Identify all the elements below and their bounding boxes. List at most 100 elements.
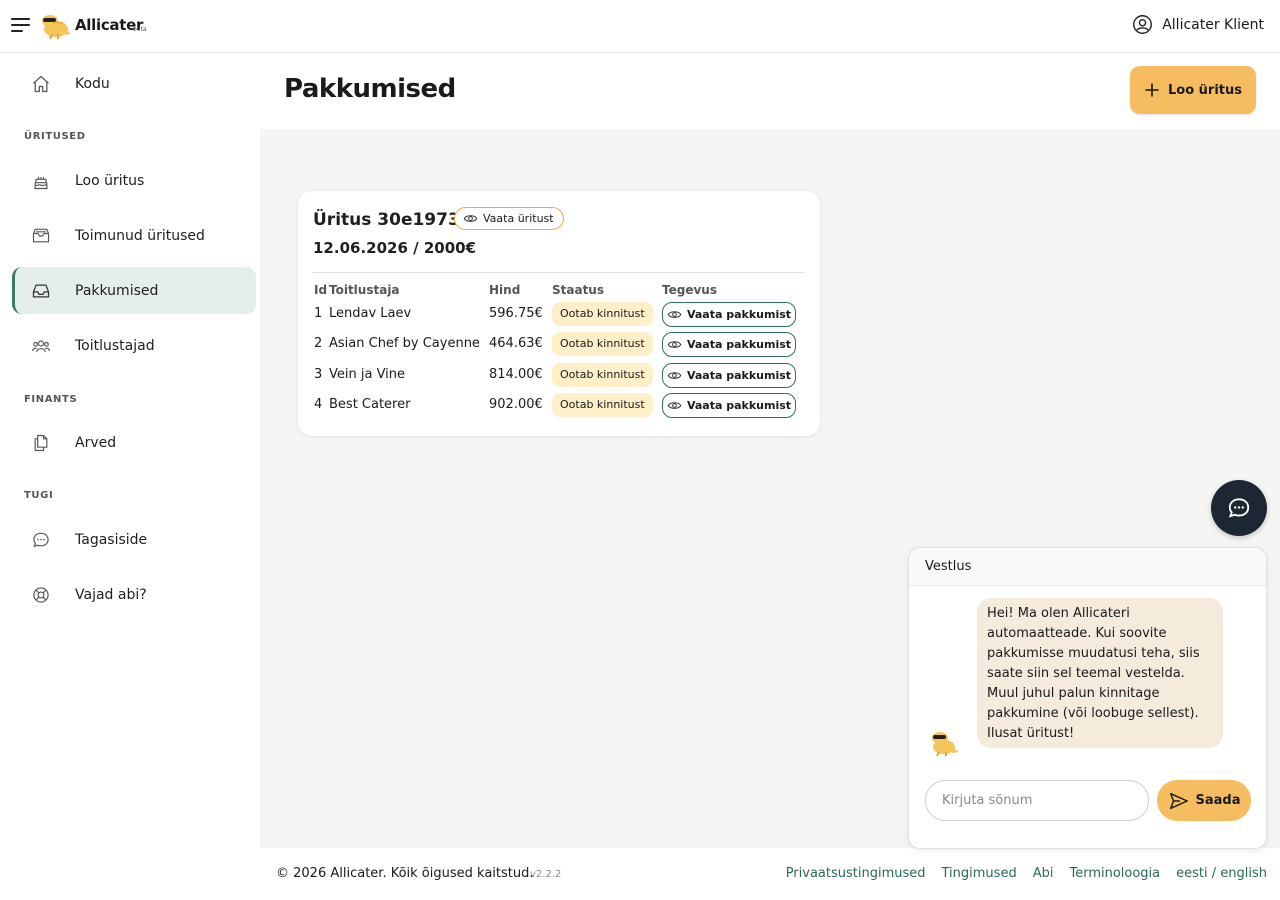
- view-offer-label: Vaata pakkumist: [686, 369, 792, 382]
- sidebar: Kodu ÜRITUSED Loo üritus Toimunud üritus…: [0, 53, 260, 900]
- event-card: Üritus 30e19738 Vaata üritust 12.06.2026…: [298, 191, 820, 436]
- user-name: Allicater Klient: [1162, 16, 1264, 33]
- offer-price: 596.75€: [489, 306, 543, 321]
- chat-header: Vestlus: [909, 548, 1266, 586]
- offer-id: 4: [314, 397, 323, 412]
- view-offer-button[interactable]: Vaata pakkumist: [662, 332, 796, 357]
- chat-title: Vestlus: [925, 559, 972, 574]
- offer-id: 2: [314, 336, 323, 351]
- offer-caterer: Asian Chef by Cayenne: [329, 336, 480, 351]
- send-label: Saada: [1195, 793, 1241, 808]
- view-event-button[interactable]: Vaata üritust: [454, 207, 564, 230]
- sidebar-item-offers[interactable]: Pakkumised: [12, 267, 256, 314]
- sidebar-item-label: Arved: [75, 434, 117, 451]
- offer-price: 814.00€: [489, 367, 543, 382]
- sidebar-item-feedback[interactable]: Tagasiside: [12, 516, 256, 563]
- section-support: TUGI: [24, 490, 54, 501]
- sidebar-item-label: Kodu: [75, 75, 110, 92]
- archive-box-icon: [32, 228, 50, 243]
- chat-toggle-button[interactable]: [1211, 480, 1267, 536]
- sidebar-item-label: Pakkumised: [75, 282, 159, 299]
- eye-icon: [667, 341, 682, 348]
- inbox-icon: [32, 284, 50, 298]
- chat-message-input[interactable]: [925, 780, 1149, 821]
- column-header-status: Staatus: [552, 283, 604, 297]
- footer-link-language[interactable]: eesti / english: [1176, 866, 1267, 881]
- sidebar-item-invoices[interactable]: Arved: [12, 419, 256, 466]
- footer-link-terms[interactable]: Tingimused: [942, 866, 1017, 881]
- view-offer-button[interactable]: Vaata pakkumist: [662, 302, 796, 327]
- footer-link-privacy[interactable]: Privaatsustingimused: [786, 866, 926, 881]
- app-version: v2.2.2: [530, 869, 562, 880]
- send-button[interactable]: Saada: [1157, 780, 1251, 821]
- footer-copyright: © 2026 Allicater. Kõik õigused kaitstud.: [276, 866, 534, 881]
- sidebar-item-help[interactable]: Vajad abi?: [12, 571, 256, 618]
- chat-message: Hei! Ma olen Allicateri automaatteade. K…: [977, 598, 1223, 748]
- create-event-button[interactable]: Loo üritus: [1130, 66, 1256, 114]
- table-row: 1 Lendav Laev 596.75€ Ootab kinnitust Va…: [298, 300, 820, 328]
- event-title: Üritus 30e19738: [313, 210, 472, 230]
- offer-id: 3: [314, 367, 323, 382]
- view-offer-button[interactable]: Vaata pakkumist: [662, 393, 796, 418]
- eye-icon: [667, 402, 682, 409]
- sidebar-item-past-events[interactable]: Toimunud üritused: [12, 212, 256, 259]
- sidebar-item-label: Toitlustajad: [75, 337, 155, 354]
- section-finance: FINANTS: [24, 394, 78, 405]
- chat-bubble-icon: [33, 532, 49, 548]
- eye-icon: [463, 215, 478, 222]
- sidebar-item-label: Tagasiside: [75, 531, 148, 548]
- offer-price: 902.00€: [489, 397, 543, 412]
- view-offer-label: Vaata pakkumist: [686, 399, 792, 412]
- plus-icon: [1145, 83, 1159, 97]
- view-offer-button[interactable]: Vaata pakkumist: [662, 363, 796, 388]
- offer-price: 464.63€: [489, 336, 543, 351]
- column-header-caterer: Toitlustaja: [329, 283, 400, 297]
- sidebar-item-caterers[interactable]: Toitlustajad: [12, 322, 256, 369]
- users-group-icon: [32, 340, 50, 352]
- column-header-action: Tegevus: [662, 283, 717, 297]
- table-row: 2 Asian Chef by Cayenne 464.63€ Ootab ki…: [298, 330, 820, 358]
- offer-caterer: Lendav Laev: [329, 306, 412, 321]
- footer-link-help[interactable]: Abi: [1033, 866, 1054, 881]
- sidebar-item-home[interactable]: Kodu: [12, 60, 256, 107]
- offer-id: 1: [314, 306, 323, 321]
- cake-icon: [34, 176, 48, 190]
- divider: [313, 272, 804, 273]
- home-icon: [33, 75, 49, 93]
- view-offer-label: Vaata pakkumist: [686, 338, 792, 351]
- sidebar-item-label: Vajad abi?: [75, 586, 147, 603]
- mascot-avatar-icon: [932, 732, 959, 757]
- status-badge: Ootab kinnitust: [552, 332, 653, 356]
- user-menu[interactable]: Allicater Klient: [1132, 14, 1264, 35]
- create-event-label: Loo üritus: [1167, 82, 1242, 98]
- page-title: Pakkumised: [284, 74, 456, 104]
- offer-caterer: Best Caterer: [329, 397, 411, 412]
- column-header-price: Hind: [489, 283, 521, 297]
- chat-panel: Vestlus Hei! Ma olen Allicateri automaat…: [908, 547, 1267, 849]
- view-event-label: Vaata üritust: [483, 212, 554, 225]
- chat-bubble-icon: [1228, 498, 1250, 518]
- event-date-budget: 12.06.2026 / 2000€: [313, 239, 477, 257]
- section-events: ÜRITUSED: [24, 131, 86, 142]
- status-badge: Ootab kinnitust: [552, 363, 653, 387]
- user-icon: [1133, 15, 1153, 34]
- send-icon: [1169, 792, 1188, 809]
- status-badge: Ootab kinnitust: [552, 393, 653, 417]
- lifebuoy-icon: [33, 587, 49, 603]
- sidebar-item-create-event[interactable]: Loo üritus: [12, 157, 256, 204]
- offer-caterer: Vein ja Vine: [329, 367, 406, 382]
- table-row: 4 Best Caterer 902.00€ Ootab kinnitust V…: [298, 391, 820, 419]
- menu-icon[interactable]: [10, 14, 32, 36]
- allicater-logo: [42, 15, 71, 40]
- status-badge: Ootab kinnitust: [552, 302, 653, 326]
- view-offer-label: Vaata pakkumist: [686, 308, 792, 321]
- eye-icon: [667, 311, 682, 318]
- table-row: 3 Vein ja Vine 814.00€ Ootab kinnitust V…: [298, 361, 820, 389]
- documents-icon: [34, 434, 48, 452]
- footer-link-terminology[interactable]: Terminoloogia: [1069, 866, 1160, 881]
- sidebar-item-label: Toimunud üritused: [75, 227, 205, 244]
- eye-icon: [667, 372, 682, 379]
- footer-links: Privaatsustingimused Tingimused Abi Term…: [786, 866, 1267, 881]
- column-header-id: Id: [314, 283, 328, 297]
- top-bar: Allicater beta Allicater Klient: [0, 0, 1280, 53]
